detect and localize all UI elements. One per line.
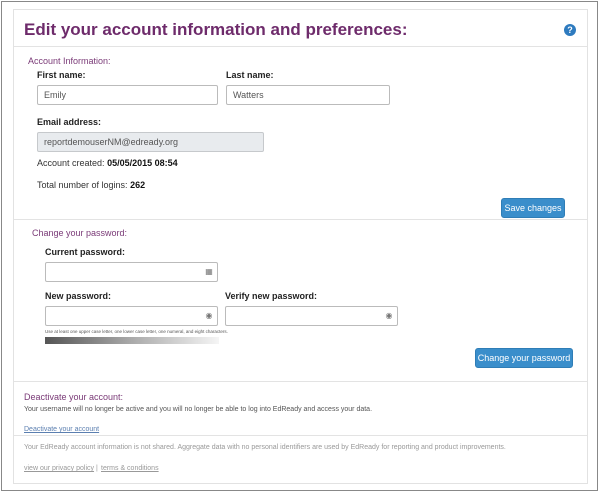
deactivate-link[interactable]: Deactivate your account	[24, 426, 99, 433]
title-divider	[14, 46, 587, 47]
terms-link[interactable]: terms & conditions	[101, 465, 159, 472]
new-password-field[interactable]	[45, 306, 218, 326]
password-strength-meter	[45, 337, 219, 344]
email-field	[37, 132, 264, 152]
account-created-label: Account created:	[37, 158, 105, 168]
save-changes-button[interactable]: Save changes	[501, 198, 565, 218]
deactivate-divider	[14, 435, 587, 436]
verify-password-field[interactable]	[225, 306, 398, 326]
current-password-label: Current password:	[45, 247, 126, 257]
privacy-policy-link[interactable]: view our privacy policy	[24, 465, 94, 472]
password-divider	[14, 381, 587, 382]
page-title: Edit your account information and prefer…	[24, 20, 408, 39]
account-panel: Edit your account information and prefer…	[13, 9, 588, 484]
footer-separator: |	[96, 465, 98, 472]
login-count-value: 262	[130, 180, 146, 190]
eye-icon[interactable]: ◉	[385, 312, 393, 320]
last-name-label: Last name:	[226, 70, 274, 80]
first-name-label: First name:	[37, 70, 86, 80]
account-created-value: 05/05/2015 08:54	[107, 158, 178, 168]
privacy-note: Your EdReady account information is not …	[24, 444, 506, 451]
eye-icon[interactable]: ◉	[205, 312, 213, 320]
account-created: Account created: 05/05/2015 08:54	[37, 158, 178, 168]
login-count: Total number of logins: 262	[37, 180, 145, 190]
password-hint: Use at least one upper case letter, one …	[45, 329, 228, 334]
deactivate-description: Your username will no longer be active a…	[24, 406, 373, 413]
change-password-button[interactable]: Change your password	[475, 348, 573, 368]
email-label: Email address:	[37, 117, 102, 127]
first-name-field[interactable]	[37, 85, 218, 105]
password-heading: Change your password:	[32, 228, 128, 238]
account-info-heading: Account Information:	[28, 56, 111, 66]
last-name-field[interactable]	[226, 85, 390, 105]
current-password-field[interactable]	[45, 262, 218, 282]
account-divider	[14, 219, 587, 220]
verify-password-label: Verify new password:	[225, 291, 318, 301]
deactivate-heading: Deactivate your account:	[24, 392, 124, 402]
page-frame: Edit your account information and prefer…	[1, 1, 598, 491]
key-icon[interactable]: ▦	[205, 268, 213, 276]
help-icon[interactable]: ?	[564, 24, 576, 36]
login-count-label: Total number of logins:	[37, 180, 128, 190]
new-password-label: New password:	[45, 291, 112, 301]
